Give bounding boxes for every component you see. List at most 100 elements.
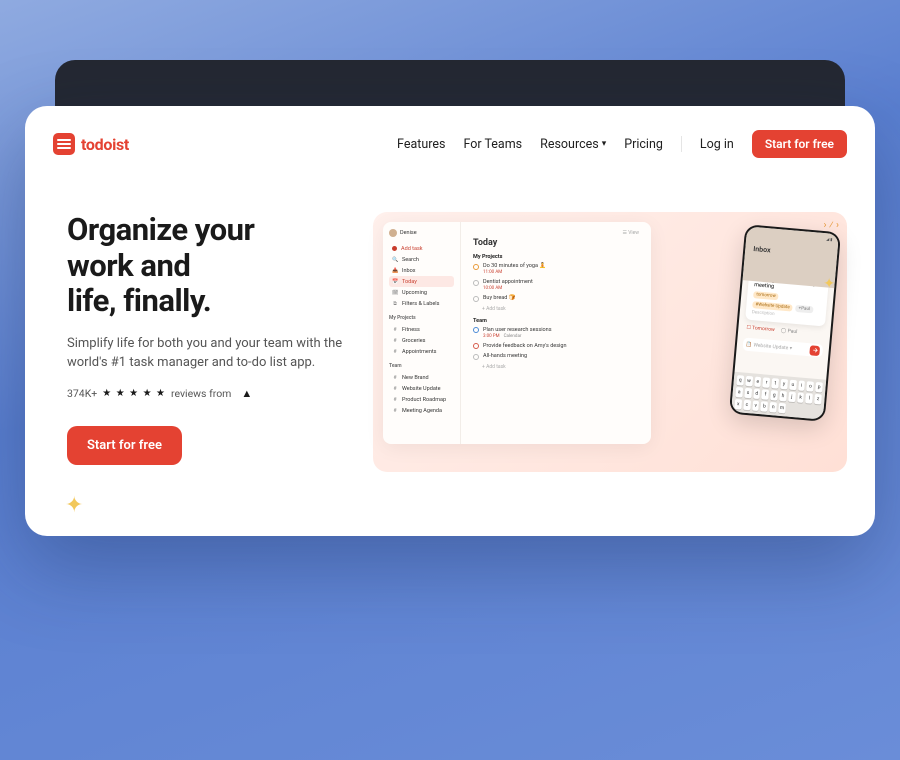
keyboard-key: o: [807, 381, 815, 392]
nav-features[interactable]: Features: [397, 137, 445, 152]
hash-icon: #: [392, 338, 398, 343]
avatar-icon: [389, 229, 397, 237]
logo[interactable]: todoist: [53, 133, 129, 155]
mockup-section-my: My Projects: [473, 254, 639, 260]
hero-left: Organize your work and life, finally. Si…: [53, 212, 353, 472]
keyboard-key: e: [754, 377, 762, 388]
keyboard-key: u: [789, 380, 797, 391]
mockup-side-item: 📥Inbox: [389, 265, 454, 276]
mockup-team-head: Team: [389, 363, 454, 369]
logo-mark-icon: [53, 133, 75, 155]
keyboard-key: r: [763, 377, 771, 388]
mockup-side-item: #Meeting Agenda: [389, 405, 454, 416]
side-icon: 🔍: [392, 257, 398, 262]
phone-chip-person: +Paul: [795, 305, 813, 313]
task-circle-icon: [473, 327, 479, 333]
nav-login[interactable]: Log in: [700, 137, 734, 152]
side-icon: 📥: [392, 268, 398, 273]
keyboard-key: h: [779, 391, 787, 402]
sparkle-icon: ✦: [823, 276, 835, 292]
mockup-task: All-hands meeting: [473, 353, 639, 360]
keyboard-key: a: [735, 387, 743, 398]
task-circle-icon: [473, 296, 479, 302]
mockup-side-item: ⧉Filters & Labels: [389, 298, 454, 309]
keyboard-key: f: [762, 389, 770, 400]
phone-paul: ◯ Paul: [780, 328, 797, 335]
keyboard-key: l: [805, 393, 813, 404]
keyboard-key: y: [780, 379, 788, 390]
product-mockup: › ⁄ › Denise Add task 🔍Search📥Inbox📅Toda…: [373, 212, 847, 472]
keyboard-key: i: [798, 380, 806, 391]
keyboard-key: c: [743, 400, 751, 411]
mockup-side-item: #Website Update: [389, 383, 454, 394]
mockup-user: Denise: [389, 229, 454, 237]
task-circle-icon: [473, 280, 479, 286]
keyboard-key: k: [797, 392, 805, 403]
side-icon: ⧉: [392, 301, 398, 306]
sparkle-icon: ✦: [65, 493, 83, 518]
phone-input: 📋 Website Update ▾: [742, 337, 823, 357]
mockup-task: Buy bread 🍞: [473, 295, 639, 302]
mockup-desktop-app: Denise Add task 🔍Search📥Inbox📅Today🗓Upco…: [383, 222, 651, 444]
headline-line-3: life, finally.: [67, 283, 353, 319]
keyboard-key: g: [770, 390, 778, 401]
keyboard-key: s: [744, 388, 752, 399]
hash-icon: #: [392, 397, 398, 402]
keyboard-key: v: [752, 400, 760, 411]
nav-resources[interactable]: Resources ▾: [540, 137, 606, 152]
mockup-side-item: #Appointments: [389, 346, 454, 357]
mockup-phone-screen: ◢ ▮ Inbox Write agenda for Monday's meet…: [731, 226, 839, 419]
keyboard-key: d: [753, 389, 761, 400]
reviews-count: 374K+: [67, 387, 97, 400]
task-circle-icon: [473, 343, 479, 349]
nav-for-teams[interactable]: For Teams: [463, 137, 522, 152]
landing-card: todoist Features For Teams Resources ▾ P…: [25, 106, 875, 536]
mockup-side-item: 📅Today: [389, 276, 454, 287]
mockup-phone: ◢ ▮ Inbox Write agenda for Monday's meet…: [729, 224, 841, 422]
navbar: todoist Features For Teams Resources ▾ P…: [53, 124, 847, 164]
mockup-side-add: Add task: [389, 243, 454, 254]
keyboard-key: t: [771, 378, 779, 389]
nav-cta-button[interactable]: Start for free: [752, 130, 847, 158]
nav-divider: [681, 136, 682, 152]
task-circle-icon: [473, 264, 479, 270]
hash-icon: #: [392, 349, 398, 354]
keyboard-key: z: [814, 394, 822, 405]
keyboard-key: q: [736, 375, 744, 386]
mockup-projects-head: My Projects: [389, 315, 454, 321]
logo-text: todoist: [81, 135, 129, 154]
keyboard-key: n: [769, 402, 777, 413]
hash-icon: #: [392, 386, 398, 391]
decorative-lines-icon: › ⁄ ›: [823, 220, 839, 231]
mockup-side-item: #Fitness: [389, 324, 454, 335]
hero-cta-button[interactable]: Start for free: [67, 426, 182, 465]
side-icon: 🗓: [392, 290, 398, 295]
mockup-sidebar: Denise Add task 🔍Search📥Inbox📅Today🗓Upco…: [383, 222, 461, 444]
mockup-task: Do 30 minutes of yoga 🧘11:00 AM: [473, 263, 639, 275]
mockup-task: Provide feedback on Amy's design: [473, 343, 639, 350]
phone-keyboard: qwertyuiopasdfghjklzxcvbnm: [731, 372, 826, 420]
mockup-main: ☰ View Today My Projects Do 30 minutes o…: [461, 222, 651, 444]
keyboard-key: j: [788, 392, 796, 403]
hash-icon: #: [392, 408, 398, 413]
headline: Organize your work and life, finally.: [67, 212, 353, 319]
phone-inbox-label: Inbox: [753, 245, 829, 260]
android-icon: ▲: [241, 387, 252, 400]
nav-pricing[interactable]: Pricing: [624, 137, 663, 152]
task-circle-icon: [473, 354, 479, 360]
reviews-row: 374K+ ★ ★ ★ ★ ★ reviews from ▲: [67, 387, 353, 400]
headline-line-2: work and: [67, 248, 353, 284]
mockup-add-row: + Add task: [482, 364, 639, 370]
keyboard-key: p: [815, 382, 823, 393]
keyboard-key: x: [734, 399, 742, 410]
nav-links: Features For Teams Resources ▾ Pricing L…: [397, 130, 847, 158]
side-icon: 📅: [392, 279, 398, 284]
phone-chip-tomorrow: tomorrow: [753, 291, 779, 300]
mockup-section-team: Team: [473, 318, 639, 324]
mockup-side-item: #New Brand: [389, 372, 454, 383]
mockup-side-item: #Groceries: [389, 335, 454, 346]
keyboard-key: b: [761, 401, 769, 412]
mockup-title: Today: [473, 238, 639, 248]
mockup-side-item: 🗓Upcoming: [389, 287, 454, 298]
phone-meta-row: ☐ Tomorrow ◯ Paul: [746, 325, 822, 338]
